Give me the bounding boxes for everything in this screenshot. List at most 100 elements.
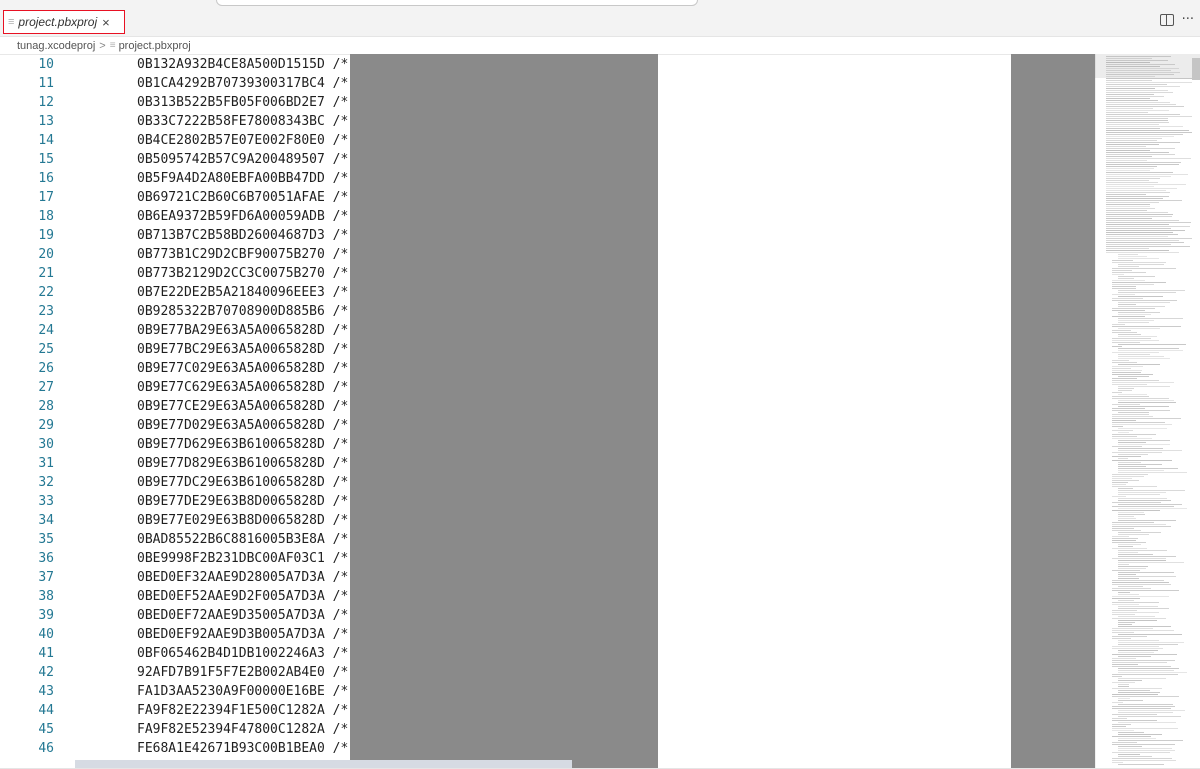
minimap-line [1112, 718, 1128, 719]
line-number: 38 [38, 589, 54, 604]
minimap-line [1106, 112, 1149, 113]
minimap-line [1118, 306, 1165, 307]
minimap-line [1112, 708, 1171, 709]
minimap-line [1112, 324, 1126, 325]
minimap-line [1112, 528, 1135, 529]
minimap-line [1112, 676, 1123, 677]
minimap-line [1112, 270, 1132, 271]
minimap-line [1106, 212, 1168, 213]
vertical-scrollbar-thumb[interactable] [1192, 58, 1200, 80]
minimap-line [1118, 494, 1160, 495]
minimap-slider[interactable] [1095, 54, 1200, 78]
minimap-line [1112, 286, 1136, 287]
minimap-line [1112, 588, 1152, 589]
minimap-line [1118, 650, 1158, 651]
split-editor-icon[interactable] [1159, 13, 1174, 26]
minimap-line [1106, 208, 1156, 209]
line-number: 28 [38, 399, 54, 414]
minimap-line [1106, 132, 1192, 133]
command-center-search[interactable] [216, 0, 698, 6]
line-number: 12 [38, 95, 54, 110]
minimap-line [1112, 414, 1149, 415]
line-number: 27 [38, 380, 54, 395]
minimap-line [1118, 534, 1150, 535]
code-text-left: 0B9E77BC29E63A5A0065828D /* [137, 342, 349, 357]
close-icon[interactable]: × [102, 15, 110, 30]
code-text-left: 0B773B1C29D2CBF90075B270 /* [137, 247, 349, 262]
minimap-line [1118, 616, 1155, 617]
minimap-line [1118, 312, 1160, 313]
minimap-line [1106, 178, 1160, 179]
line-number: 31 [38, 456, 54, 471]
code-text-left: FA9F82E22394F1E500C1282A /* [137, 703, 349, 718]
minimap-line [1112, 420, 1137, 421]
minimap-line [1112, 418, 1181, 419]
minimap-line [1118, 556, 1176, 557]
tab-project-pbxproj[interactable]: ≡ project.pbxproj × [3, 10, 125, 34]
minimap-line [1112, 720, 1157, 721]
minimap-line [1118, 740, 1183, 741]
minimap-line [1106, 218, 1152, 219]
minimap-line [1118, 336, 1158, 337]
minimap-line [1118, 468, 1179, 469]
line-number: 41 [38, 646, 54, 661]
code-text-left: FE68A1E42671B93C00B1BEA0 /* [137, 741, 349, 756]
minimap-line [1118, 552, 1139, 553]
minimap-line [1118, 544, 1141, 545]
minimap-line [1118, 642, 1185, 643]
minimap-line [1112, 426, 1123, 427]
minimap-line [1106, 80, 1153, 81]
minimap-line [1118, 344, 1186, 345]
minimap-line [1118, 278, 1135, 279]
minimap-line [1112, 480, 1139, 481]
breadcrumb-item-folder[interactable]: tunag.xcodeproj [17, 40, 95, 52]
line-number: 39 [38, 608, 54, 623]
minimap-line [1106, 150, 1151, 151]
horizontal-scrollbar-thumb[interactable] [75, 760, 572, 768]
minimap-line [1112, 596, 1170, 597]
minimap-line [1118, 318, 1184, 319]
redacted-region-right [1011, 54, 1095, 768]
minimap-line [1118, 564, 1130, 565]
minimap-line [1112, 524, 1166, 525]
minimap-line [1112, 604, 1139, 605]
code-text-left: 0B9E77BA29E63A5A0065828D /* [137, 323, 349, 338]
minimap-line [1106, 188, 1178, 189]
minimap-line [1118, 458, 1129, 459]
minimap-line [1118, 576, 1176, 577]
minimap-line [1106, 118, 1168, 119]
minimap-line [1112, 408, 1145, 409]
minimap-line [1112, 580, 1165, 581]
minimap-line [1112, 484, 1127, 485]
minimap-line [1118, 606, 1158, 607]
minimap-line [1118, 592, 1131, 593]
minimap-line [1118, 464, 1162, 465]
minimap[interactable] [1095, 54, 1200, 769]
file-lines-icon: ≡ [8, 16, 15, 28]
minimap-line [1106, 90, 1169, 91]
minimap-line [1118, 626, 1172, 627]
minimap-line [1112, 300, 1178, 301]
minimap-line [1112, 758, 1172, 759]
minimap-line [1106, 106, 1184, 107]
minimap-line [1118, 388, 1135, 389]
minimap-line [1118, 462, 1141, 463]
code-text-left: 0BED0EF72AAE9D35005A7D3A /* [137, 608, 349, 623]
minimap-line [1112, 430, 1133, 431]
minimap-line [1112, 638, 1131, 639]
minimap-line [1106, 144, 1160, 145]
minimap-line [1112, 744, 1175, 745]
minimap-line [1112, 272, 1147, 273]
minimap-line [1112, 688, 1163, 689]
minimap-line [1118, 710, 1186, 711]
minimap-line [1118, 256, 1147, 257]
breadcrumb-item-file[interactable]: project.pbxproj [119, 40, 191, 52]
minimap-line [1118, 290, 1185, 291]
minimap-line [1118, 314, 1152, 315]
minimap-line [1118, 568, 1146, 569]
minimap-line [1118, 412, 1149, 413]
minimap-line [1112, 398, 1170, 399]
minimap-line [1112, 434, 1156, 435]
minimap-line [1112, 714, 1157, 715]
more-icon[interactable]: ··· [1182, 12, 1194, 27]
